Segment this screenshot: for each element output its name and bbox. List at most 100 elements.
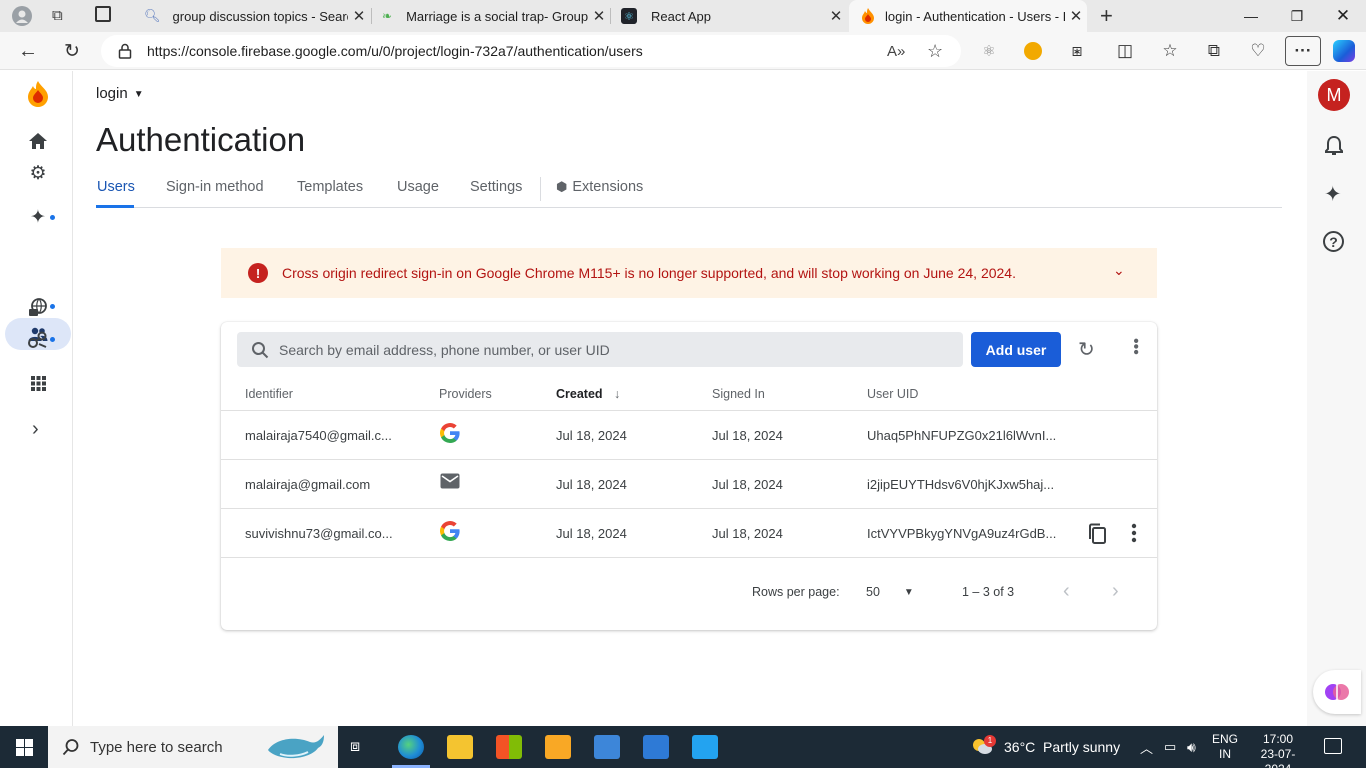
browser-tab-firebase[interactable]: login - Authentication - Users - F ✕ [849, 0, 1087, 32]
control-panel-taskbar-icon[interactable] [594, 735, 620, 759]
lock-icon[interactable] [118, 43, 132, 59]
table-row[interactable]: suvivishnu73@gmail.co... Jul 18, 2024 Ju… [221, 509, 1157, 558]
search-input[interactable] [279, 341, 919, 358]
settings-more-icon[interactable]: ··· [1285, 36, 1321, 66]
rows-per-page-select[interactable]: 50 ▼ [866, 585, 926, 599]
right-rail: M ✦ ? [1307, 71, 1366, 726]
tab-extensions-label: Extensions [572, 179, 644, 195]
tab-sign-in-method[interactable]: Sign-in method [166, 179, 264, 195]
extension-speed-icon[interactable] [1018, 36, 1048, 66]
taskbar-search-box[interactable]: Type here to search [48, 726, 338, 768]
new-tab-button[interactable]: + [1100, 3, 1113, 29]
build-globe-icon-visible[interactable] [28, 297, 48, 322]
firebase-logo-icon[interactable] [22, 81, 54, 107]
vscode-taskbar-icon[interactable] [692, 735, 718, 759]
notifications-bell-icon[interactable] [1325, 135, 1343, 161]
cell-created: Jul 18, 2024 [556, 428, 627, 443]
expand-chevron-icon[interactable]: ⌄ [1113, 262, 1125, 279]
tab-templates[interactable]: Templates [297, 179, 363, 195]
edge-taskbar-icon[interactable] [398, 735, 424, 759]
read-aloud-icon[interactable]: A» [887, 43, 905, 60]
microsoft-store-taskbar-icon[interactable] [496, 735, 522, 759]
extensions-icon: ⬢ [556, 179, 568, 194]
weather-text[interactable]: 36°C Partly sunny [1004, 726, 1120, 768]
gemini-sparkle-icon[interactable]: ✦ [1324, 182, 1342, 207]
settings-gear-icon[interactable]: ⚙ [22, 161, 54, 185]
whale-search-highlight-icon [266, 732, 328, 767]
refresh-button[interactable]: ↻ [57, 36, 87, 66]
table-row[interactable]: malairaja@gmail.com Jul 18, 2024 Jul 18,… [221, 460, 1157, 509]
all-products-grid-icon[interactable] [31, 376, 46, 396]
show-hidden-icons-chevron[interactable]: ︿ [1140, 726, 1153, 768]
col-created[interactable]: Created ↓ [556, 387, 620, 401]
browser-tab-search[interactable]: 🔍︎ group discussion topics - Search ✕ [134, 0, 370, 32]
extension-tool-icon[interactable]: ⚛ [974, 36, 1004, 66]
project-selector[interactable]: login ▼ [96, 85, 144, 102]
volume-icon[interactable]: 🔊︎ [1187, 726, 1196, 768]
collections-icon[interactable]: ⧉ [1199, 36, 1229, 66]
tab-users[interactable]: Users [97, 179, 135, 195]
favorites-icon[interactable]: ☆ [1155, 36, 1185, 66]
notification-center-icon[interactable] [1324, 738, 1342, 754]
indicator-dot [50, 215, 55, 220]
workspaces-icon[interactable]: ⧉ [52, 7, 63, 24]
restore-button[interactable]: ❐ [1274, 0, 1320, 32]
close-tab-icon[interactable]: ✕ [1065, 7, 1087, 25]
tab-extensions[interactable]: ⬢ Extensions [556, 179, 643, 195]
network-icon[interactable]: ▭ [1164, 726, 1176, 768]
sort-arrow-down-icon: ↓ [614, 387, 621, 401]
cell-signed-in: Jul 18, 2024 [712, 477, 783, 492]
run-services-icon-visible[interactable] [28, 331, 48, 354]
row-more-vert-icon[interactable] [1131, 523, 1137, 548]
minimize-button[interactable]: — [1228, 0, 1274, 32]
mail-taskbar-icon[interactable] [643, 735, 669, 759]
tab-usage[interactable]: Usage [397, 179, 439, 195]
sublime-text-taskbar-icon[interactable] [545, 735, 571, 759]
firebase-main: login ▼ Authentication Users Sign-in met… [73, 71, 1307, 726]
refresh-icon[interactable]: ↻ [1078, 337, 1095, 362]
add-user-button[interactable]: Add user [971, 332, 1061, 367]
table-row[interactable]: malairaja7540@gmail.c... Jul 18, 2024 Ju… [221, 411, 1157, 460]
help-icon[interactable]: ? [1323, 231, 1344, 252]
home-icon[interactable] [22, 129, 54, 153]
back-button[interactable]: ← [13, 36, 43, 66]
account-avatar[interactable]: M [1318, 79, 1350, 111]
clock-time: 17:00 [1262, 732, 1294, 746]
tab-actions-icon[interactable] [95, 6, 111, 22]
address-bar[interactable]: https://console.firebase.google.com/u/0/… [101, 35, 961, 67]
prev-page-icon[interactable]: ‹ [1063, 580, 1070, 603]
col-signed-in: Signed In [712, 387, 765, 401]
browser-tab-react[interactable]: ⚛ React App ✕ [611, 0, 847, 32]
ai-assistant-brain-icon[interactable] [1313, 670, 1361, 714]
cell-uid: i2jipEUYTHdsv6V0hjKJxw5haj... [867, 477, 1055, 492]
close-tab-icon[interactable]: ✕ [588, 7, 610, 25]
task-view-icon[interactable]: ⧈ [350, 738, 360, 756]
user-search-bar[interactable] [237, 332, 963, 367]
file-explorer-taskbar-icon[interactable] [447, 735, 473, 759]
tab-settings[interactable]: Settings [470, 179, 522, 195]
copy-uid-icon[interactable] [1087, 523, 1107, 550]
language-code: ENG [1212, 732, 1239, 746]
cell-uid: Uhaq5PhNFUPZG0x21l6lWvnI... [867, 428, 1057, 443]
next-page-icon[interactable]: › [1112, 580, 1119, 603]
profile-icon[interactable] [12, 6, 32, 26]
expand-nav-chevron-icon[interactable]: › [32, 418, 39, 441]
language-indicator[interactable]: ENG IN [1212, 732, 1238, 762]
banner-message: Cross origin redirect sign-in on Google … [282, 265, 1016, 281]
close-tab-icon[interactable]: ✕ [825, 7, 847, 25]
clock-date: 23-07-2024 [1260, 747, 1296, 776]
cell-identifier: malairaja7540@gmail.c... [245, 428, 392, 443]
favorite-star-icon[interactable]: ☆ [927, 41, 943, 62]
copilot-icon[interactable] [1329, 36, 1359, 66]
close-tab-icon[interactable]: ✕ [348, 7, 370, 25]
page-title: Authentication [96, 121, 306, 158]
windows-start-icon[interactable] [16, 739, 33, 761]
close-window-button[interactable]: ✕ [1320, 0, 1366, 32]
extensions-puzzle-icon[interactable]: ⧆ [1062, 36, 1092, 66]
clock[interactable]: 17:00 23-07-2024 [1250, 732, 1306, 777]
split-screen-icon[interactable]: ◫ [1110, 36, 1140, 66]
project-name: login [96, 85, 128, 102]
browser-tab-marriage[interactable]: ❧ Marriage is a social trap- Group D ✕ [372, 0, 610, 32]
browser-essentials-icon[interactable]: ♡ [1243, 36, 1273, 66]
more-vert-icon[interactable]: ••• [1126, 338, 1144, 355]
